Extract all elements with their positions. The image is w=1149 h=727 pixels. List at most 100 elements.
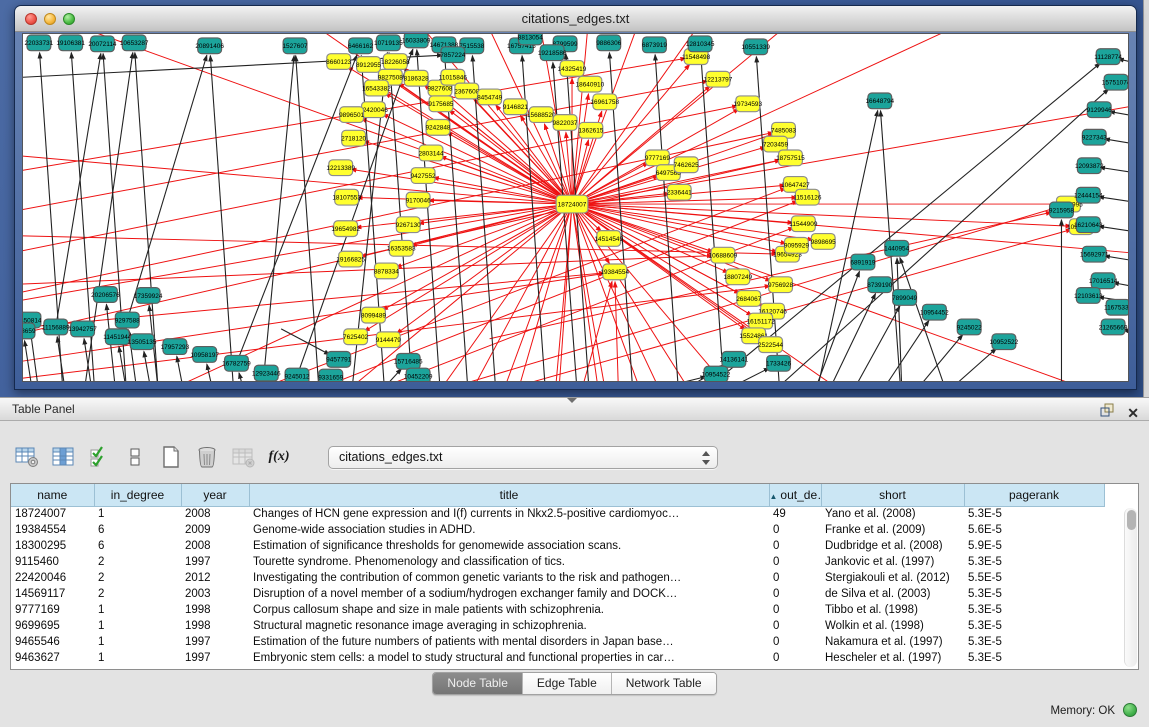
graph-node-label: 8813054 — [518, 34, 544, 41]
tab-network-table[interactable]: Network Table — [611, 673, 716, 694]
graph-node-label: 9215958 — [1049, 207, 1075, 214]
network-window-titlebar[interactable]: citations_edges.txt — [15, 6, 1136, 32]
graph-edge — [57, 337, 67, 381]
graph-node-label: 1362615 — [578, 128, 604, 135]
graph-node-label: 10719135 — [374, 40, 403, 47]
graph-node-label: 10952522 — [990, 339, 1019, 346]
table-row[interactable]: 969969511998Structural magnetic resonanc… — [11, 618, 1126, 634]
select-columns-button[interactable] — [50, 444, 76, 470]
table-mode-button[interactable] — [14, 444, 40, 470]
graph-node-label: 1440954 — [884, 246, 910, 253]
network-window-title: citations_edges.txt — [15, 11, 1136, 26]
graph-node-label: 9898695 — [811, 239, 837, 246]
graph-node-label: 15688520 — [527, 112, 556, 119]
delete-table-button-disabled[interactable] — [230, 444, 256, 470]
column-header-short[interactable]: short — [821, 484, 964, 506]
graph-node-label: 12923446 — [252, 371, 281, 378]
memory-status-label: Memory: OK — [1050, 705, 1115, 717]
graph-node-label: 9756928 — [768, 282, 794, 289]
graph-node-label: 9267130 — [396, 222, 422, 229]
graph-node-label: 19106381 — [56, 40, 85, 47]
graph-node-label: 19654982 — [331, 226, 360, 233]
column-header-title[interactable]: title — [249, 484, 769, 506]
graph-node-label: 9827608 — [427, 85, 453, 92]
graph-node-label: 11675339 — [1104, 305, 1128, 312]
graph-edge — [23, 34, 572, 204]
table-row[interactable]: 977716911998Corpus callosum shape and si… — [11, 602, 1126, 618]
graph-node-label: 11128774 — [1094, 54, 1122, 61]
table-row[interactable]: 1872400712008Changes of HCN gene express… — [11, 506, 1126, 522]
splitter-grip-icon[interactable] — [567, 398, 577, 403]
graph-node-label: 18640910 — [576, 82, 605, 89]
table-row[interactable]: 1938455462009Genome-wide association stu… — [11, 522, 1126, 538]
graph-node-label: 19384554 — [600, 269, 629, 276]
table-row[interactable]: 911546021997Tourette syndrome. Phenomeno… — [11, 554, 1126, 570]
graph-node-label: 1733426 — [766, 361, 792, 368]
graph-node-label: 10958197 — [190, 352, 219, 359]
graph-edge — [411, 204, 572, 246]
graph-node-label: 20072114 — [88, 41, 117, 48]
graph-node-label: 21265669 — [1099, 324, 1128, 331]
graph-node-label: 9245022 — [957, 324, 983, 331]
table-selector-dropdown[interactable]: citations_edges.txt — [328, 446, 718, 469]
graph-node-label: 10653287 — [120, 40, 149, 47]
delete-trash-button[interactable] — [194, 444, 220, 470]
graph-node-label: 9175685 — [428, 101, 454, 108]
graph-node-label: 14514549 — [594, 236, 623, 243]
table-scrollbar-thumb[interactable] — [1127, 510, 1136, 530]
graph-node-label: 7899049 — [892, 295, 918, 302]
table-row[interactable]: 946554611997Estimation of the future num… — [11, 634, 1126, 650]
graph-node-label: 2718120 — [341, 136, 367, 143]
new-table-button[interactable] — [158, 444, 184, 470]
column-header-out_de[interactable]: ▲out_de… — [769, 484, 821, 506]
network-graph[interactable]: 8660123891295518226058982750816543382818… — [23, 34, 1128, 381]
graph-node-label: 11548498 — [682, 54, 711, 61]
graph-edge — [370, 369, 401, 381]
network-window[interactable]: citations_edges.txt 86601238912955182260… — [14, 5, 1137, 390]
graph-node-label: 9313659 — [23, 328, 36, 335]
graph-node-label: 11156889 — [42, 324, 70, 331]
graph-node-label: 11516126 — [793, 195, 822, 202]
function-builder-button[interactable]: f(x) — [266, 444, 292, 470]
graph-node-label: 9331659 — [318, 374, 344, 381]
graph-node-label: 9242848 — [425, 125, 451, 132]
graph-edge — [572, 204, 714, 252]
graph-edge — [1109, 111, 1128, 120]
column-header-in_degree[interactable]: in_degree — [94, 484, 181, 506]
sort-asc-icon: ▲ — [770, 492, 778, 501]
graph-node-label: 9457791 — [326, 357, 352, 364]
table-selector-value: citations_edges.txt — [339, 450, 443, 464]
graph-node-label: 13942757 — [68, 326, 97, 333]
table-row[interactable]: 946362711997Embryonic stem cells: a mode… — [11, 650, 1126, 666]
tab-edge-table[interactable]: Edge Table — [522, 673, 611, 694]
float-panel-icon[interactable] — [1099, 402, 1115, 423]
graph-node-label: 12810345 — [686, 41, 715, 48]
table-row[interactable]: 2242004622012Investigating the contribut… — [11, 570, 1126, 586]
tab-node-table[interactable]: Node Table — [433, 673, 522, 694]
graph-node-label: 8454749 — [477, 94, 503, 101]
table-row[interactable]: 1830029562008Estimation of significance … — [11, 538, 1126, 554]
graph-node-label: 2367608 — [454, 88, 480, 95]
graph-node-label: 9129946 — [1087, 107, 1113, 114]
graph-node-label: 17957293 — [161, 344, 190, 351]
graph-node-label: 9777169 — [645, 155, 671, 162]
graph-node-label: 10551339 — [741, 44, 770, 51]
graph-node-label: 10688609 — [709, 253, 738, 260]
graph-node-label: 19734593 — [733, 101, 762, 108]
graph-node-label: 16151172 — [747, 318, 776, 325]
memory-status-icon[interactable] — [1123, 703, 1137, 717]
select-all-checklist-button[interactable] — [86, 444, 112, 470]
column-header-year[interactable]: year — [181, 484, 249, 506]
table-panel: Table Panel ✕ — [0, 397, 1149, 727]
column-header-pagerank[interactable]: pagerank — [964, 484, 1104, 506]
network-canvas[interactable]: 8660123891295518226058982750816543382818… — [22, 33, 1129, 382]
table-row[interactable]: 1456911722003Disruption of a novel membe… — [11, 586, 1126, 602]
graph-node-label: 7462625 — [674, 162, 700, 169]
close-panel-icon[interactable]: ✕ — [1127, 405, 1139, 421]
graph-node-label: 2684067 — [736, 296, 762, 303]
deselect-rows-button[interactable] — [122, 444, 148, 470]
graph-node-label: 16648794 — [865, 98, 894, 105]
table-scrollbar[interactable] — [1124, 508, 1137, 667]
column-header-name[interactable]: name — [11, 484, 94, 506]
graph-node-label: 6891919 — [850, 259, 876, 266]
